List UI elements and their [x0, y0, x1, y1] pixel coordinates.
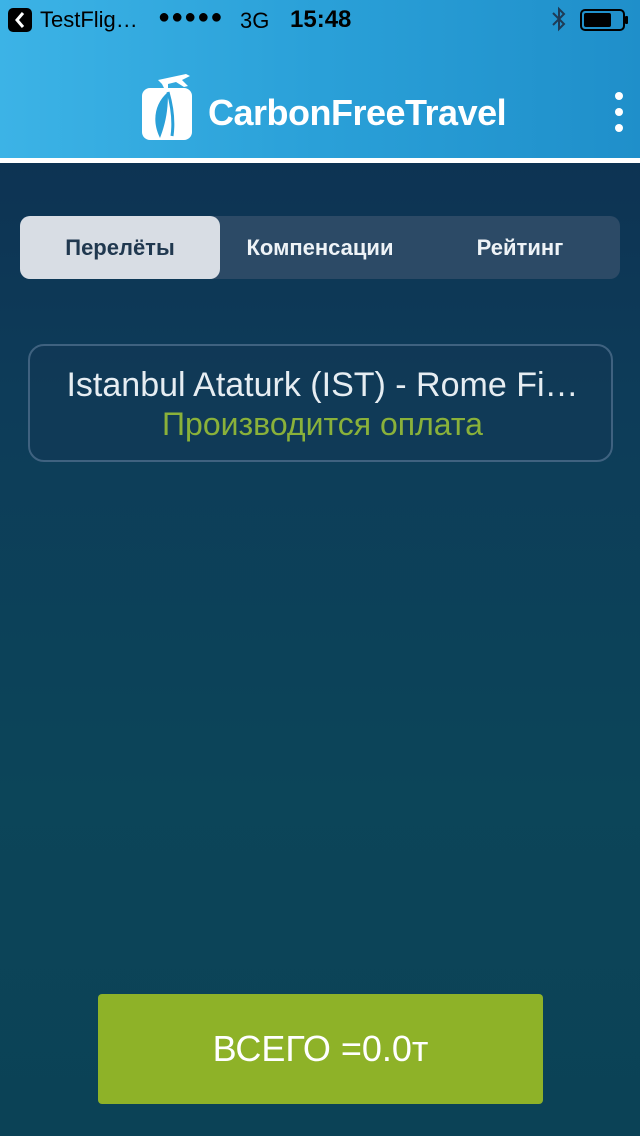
segmented-tabs: Перелёты Компенсации Рейтинг — [20, 216, 620, 279]
flight-status: Производится оплата — [162, 406, 483, 442]
tab-flights[interactable]: Перелёты — [20, 216, 220, 279]
signal-strength: ●●●●● — [158, 6, 224, 28]
app-header: TestFlig… ●●●●● 3G 15:48 CarbonFreeTrave… — [0, 0, 640, 158]
status-time: 15:48 — [290, 6, 352, 33]
brand-name: CarbonFreeTravel — [208, 92, 507, 133]
bluetooth-icon — [550, 6, 568, 38]
more-menu-icon[interactable] — [610, 92, 630, 132]
flight-route: Istanbul Ataturk (IST) - Rome Fi… — [66, 366, 579, 404]
total-button[interactable]: ВСЕГО =0.0т — [98, 994, 543, 1104]
tab-rating[interactable]: Рейтинг — [420, 216, 620, 279]
back-icon[interactable] — [8, 8, 32, 32]
header-divider — [0, 158, 640, 163]
back-app-label[interactable]: TestFlig… — [40, 7, 138, 33]
network-type: 3G — [240, 8, 270, 33]
flight-card[interactable]: Istanbul Ataturk (IST) - Rome Fi… Произв… — [28, 344, 613, 462]
logo-icon — [138, 70, 198, 146]
status-bar: TestFlig… ●●●●● 3G 15:48 — [0, 0, 640, 40]
battery-icon — [580, 9, 630, 37]
tab-compensations[interactable]: Компенсации — [220, 216, 420, 279]
app-logo: CarbonFreeTravel — [138, 70, 508, 146]
